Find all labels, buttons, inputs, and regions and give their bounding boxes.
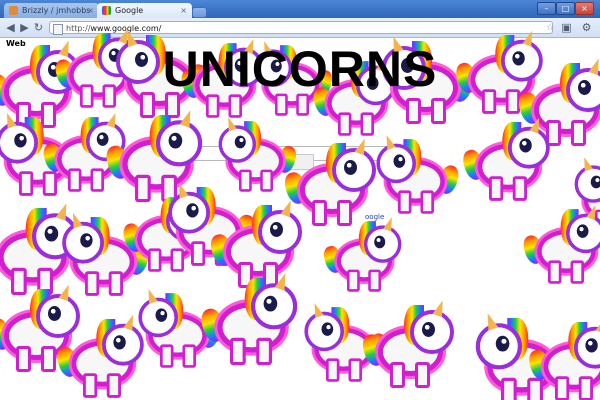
forward-button[interactable]: ▶ (18, 21, 31, 34)
unicorn-sticker (54, 313, 145, 400)
unicorn-sticker (375, 133, 462, 218)
close-icon[interactable]: × (87, 3, 94, 18)
close-icon[interactable]: × (180, 3, 187, 18)
browser-window: Brizzly / jmhobbs × Google × – □ × ◀ ▶ ↻… (0, 0, 600, 400)
unicorn-sticker (198, 271, 300, 370)
page-menu-button[interactable]: ▣ (560, 21, 573, 34)
google-favicon-icon (102, 6, 111, 15)
refresh-icon: ↻ (33, 21, 44, 34)
wrench-menu-button[interactable]: ⚙ (580, 21, 593, 34)
unicorn-sticker (460, 116, 551, 204)
arrow-left-icon: ◀ (6, 21, 15, 34)
tab-title: Brizzly / jmhobbs (22, 6, 91, 15)
wrench-icon: ⚙ (581, 21, 592, 34)
unicorn-sticker (321, 215, 403, 295)
tab-google[interactable]: Google × (97, 3, 192, 18)
arrow-right-icon: ▶ (20, 21, 29, 34)
tab-title: Google (115, 6, 144, 15)
brizzly-favicon-icon (9, 6, 18, 15)
unicorns-title: UNICORNS (162, 41, 438, 97)
back-button[interactable]: ◀ (4, 21, 17, 34)
star-icon[interactable]: ☆ (546, 22, 554, 35)
unicorn-sticker (520, 203, 600, 288)
unicorn-sticker (526, 316, 600, 400)
unicorn-sticker (359, 298, 456, 392)
reload-button[interactable]: ↻ (32, 21, 45, 34)
new-tab-button[interactable] (192, 7, 207, 18)
maximize-button[interactable]: □ (556, 2, 575, 15)
tab-brizzly[interactable]: Brizzly / jmhobbs × (4, 3, 99, 18)
close-window-button[interactable]: × (575, 2, 594, 15)
minimize-button[interactable]: – (537, 2, 556, 15)
tab-bar: Brizzly / jmhobbs × Google × – □ × (0, 0, 600, 19)
document-icon: ▣ (561, 21, 572, 34)
